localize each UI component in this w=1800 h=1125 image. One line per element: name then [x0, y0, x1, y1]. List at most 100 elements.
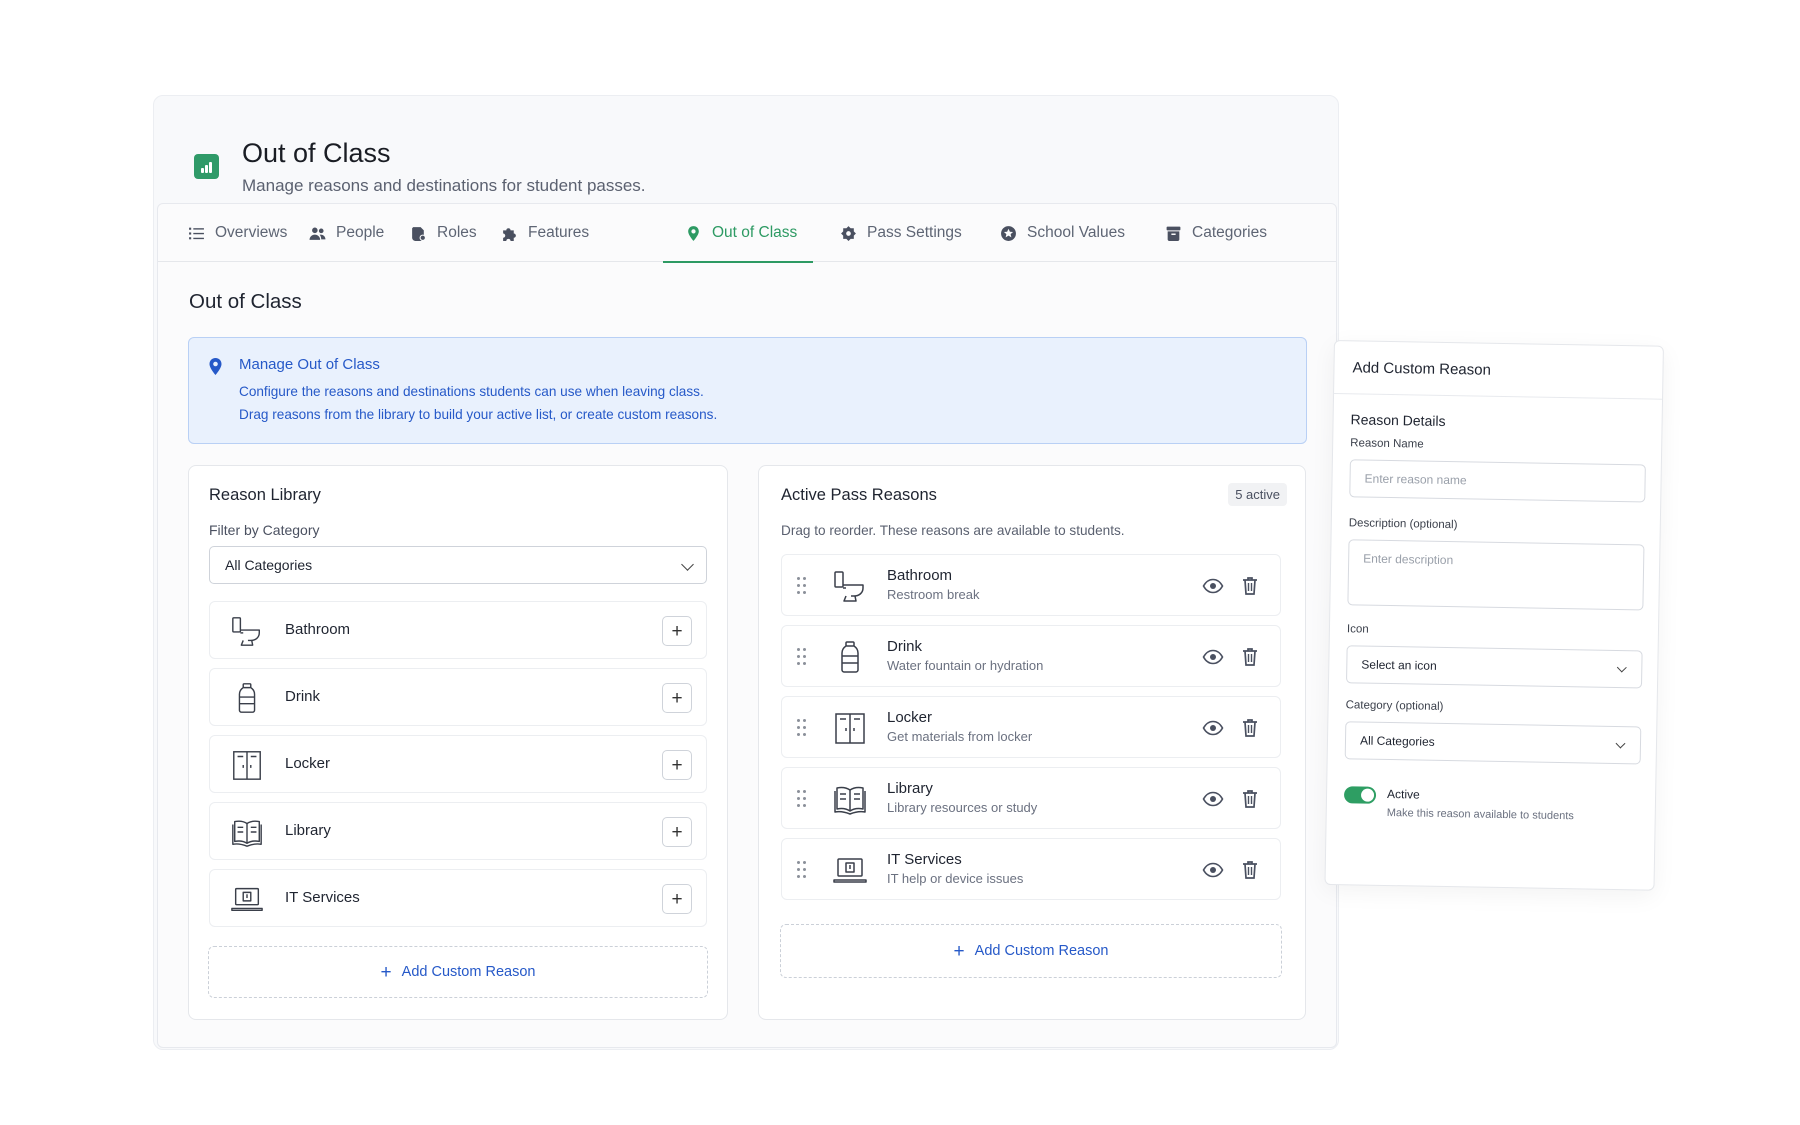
roles-icon: [412, 226, 426, 241]
library-item[interactable]: Locker +: [209, 735, 707, 793]
icon-select[interactable]: Select an icon: [1346, 645, 1643, 689]
tab-people[interactable]: People: [309, 204, 384, 262]
tab-bar: Overviews People Roles Features Out of C…: [158, 204, 1336, 263]
trash-icon[interactable]: [1240, 788, 1260, 810]
content-panel: Overviews People Roles Features Out of C…: [157, 203, 1337, 1048]
add-reason-button[interactable]: +: [662, 750, 692, 780]
tab-label: Features: [528, 224, 590, 241]
bar-chart-icon: [194, 154, 219, 179]
add-reason-button[interactable]: +: [662, 884, 692, 914]
reason-name-input[interactable]: Enter reason name: [1349, 459, 1646, 503]
tab-label: Out of Class: [712, 224, 798, 241]
add-reason-button[interactable]: +: [662, 817, 692, 847]
category-select[interactable]: All Categories: [1344, 721, 1642, 765]
tab-label: Pass Settings: [867, 224, 962, 241]
description-label: Description (optional): [1348, 517, 1458, 532]
active-reason-row[interactable]: Bathroom Restroom break: [781, 554, 1281, 616]
tab-features[interactable]: Features: [501, 204, 589, 262]
select-value: All Categories: [225, 557, 313, 573]
add-reason-button[interactable]: +: [662, 616, 692, 646]
add-custom-reason-button[interactable]: + Add Custom Reason: [208, 946, 708, 998]
toilet-icon: [230, 614, 264, 648]
eye-icon[interactable]: [1202, 717, 1224, 739]
eye-icon[interactable]: [1202, 575, 1224, 597]
tab-pass-settings[interactable]: Pass Settings: [840, 204, 962, 262]
library-title: Reason Library: [209, 486, 321, 504]
people-icon: [309, 227, 326, 240]
category-filter-select[interactable]: All Categories: [209, 546, 707, 584]
button-label: Add Custom Reason: [401, 964, 536, 980]
tab-out-of-class[interactable]: Out of Class: [662, 204, 814, 263]
page-subtitle: Manage reasons and destinations for stud…: [242, 176, 646, 195]
active-toggle[interactable]: [1343, 786, 1377, 804]
icon-label: Icon: [1346, 623, 1369, 636]
add-custom-reason-dialog: Add Custom Reason Reason Details Reason …: [1324, 340, 1664, 891]
active-subtitle: Drag to reorder. These reasons are avail…: [781, 523, 1125, 538]
trash-icon[interactable]: [1240, 575, 1260, 597]
active-reason-row[interactable]: Drink Water fountain or hydration: [781, 625, 1281, 687]
library-item[interactable]: IT Services +: [209, 869, 707, 927]
trash-icon[interactable]: [1240, 646, 1260, 668]
drag-handle-icon[interactable]: [797, 648, 807, 665]
active-reason-row[interactable]: IT Services IT help or device issues: [781, 838, 1281, 900]
reason-description: Library resources or study: [887, 800, 1038, 815]
reason-library-panel: Reason Library Filter by Category All Ca…: [188, 465, 728, 1020]
page-title: Out of Class: [242, 138, 391, 168]
location-pin-icon: [688, 225, 699, 241]
drag-handle-icon[interactable]: [797, 577, 807, 594]
book-icon: [832, 781, 868, 817]
library-item[interactable]: Drink +: [209, 668, 707, 726]
reason-name: Locker: [887, 709, 933, 726]
archive-icon: [1166, 226, 1181, 241]
info-line: Configure the reasons and destinations s…: [239, 384, 704, 399]
reason-description: Water fountain or hydration: [887, 658, 1044, 673]
tab-school-values[interactable]: School Values: [1000, 204, 1125, 262]
reason-name-label: Reason Name: [1350, 437, 1424, 451]
drag-handle-icon[interactable]: [797, 790, 807, 807]
location-pin-icon: [209, 358, 222, 375]
eye-icon[interactable]: [1202, 859, 1224, 881]
info-line: Drag reasons from the library to build y…: [239, 407, 718, 422]
drag-handle-icon[interactable]: [797, 719, 807, 736]
bottle-icon: [832, 639, 868, 675]
settings-card: Out of Class Manage reasons and destinat…: [153, 95, 1339, 1050]
info-title: Manage Out of Class: [239, 356, 380, 373]
active-reason-row[interactable]: Library Library resources or study: [781, 767, 1281, 829]
active-count-badge: 5 active: [1228, 483, 1287, 506]
select-value: Select an icon: [1361, 657, 1437, 673]
library-item-label: Drink: [285, 688, 321, 705]
trash-icon[interactable]: [1240, 717, 1260, 739]
reason-name: Library: [887, 780, 933, 797]
tab-label: Roles: [437, 224, 477, 241]
category-label: Category (optional): [1345, 699, 1444, 713]
puzzle-icon: [503, 227, 516, 241]
library-item-label: IT Services: [285, 889, 360, 906]
eye-icon[interactable]: [1202, 788, 1224, 810]
library-item[interactable]: Bathroom +: [209, 601, 707, 659]
select-value: All Categories: [1359, 733, 1435, 749]
library-item-label: Library: [285, 822, 331, 839]
toggle-knob: [1360, 788, 1375, 802]
active-label: Active: [1386, 786, 1420, 802]
add-custom-reason-button[interactable]: + Add Custom Reason: [780, 924, 1282, 978]
tab-roles[interactable]: Roles: [410, 204, 477, 262]
add-reason-button[interactable]: +: [662, 683, 692, 713]
star-icon: [1001, 225, 1016, 241]
chevron-down-icon: [1615, 738, 1626, 749]
library-item[interactable]: Library +: [209, 802, 707, 860]
active-reason-row[interactable]: Locker Get materials from locker: [781, 696, 1281, 758]
filter-label: Filter by Category: [209, 522, 320, 538]
reason-name: IT Services: [887, 851, 962, 868]
section-title: Out of Class: [189, 290, 302, 313]
eye-icon[interactable]: [1202, 646, 1224, 668]
reason-description: IT help or device issues: [887, 871, 1024, 886]
trash-icon[interactable]: [1240, 859, 1260, 881]
tab-label: Overviews: [215, 224, 288, 241]
description-textarea[interactable]: Enter description: [1347, 539, 1645, 611]
drag-handle-icon[interactable]: [797, 861, 807, 878]
tab-overviews[interactable]: Overviews: [188, 204, 287, 262]
locker-icon: [832, 710, 868, 746]
button-label: Add Custom Reason: [974, 943, 1109, 959]
reason-name: Bathroom: [887, 567, 953, 584]
tab-categories[interactable]: Categories: [1165, 204, 1267, 262]
